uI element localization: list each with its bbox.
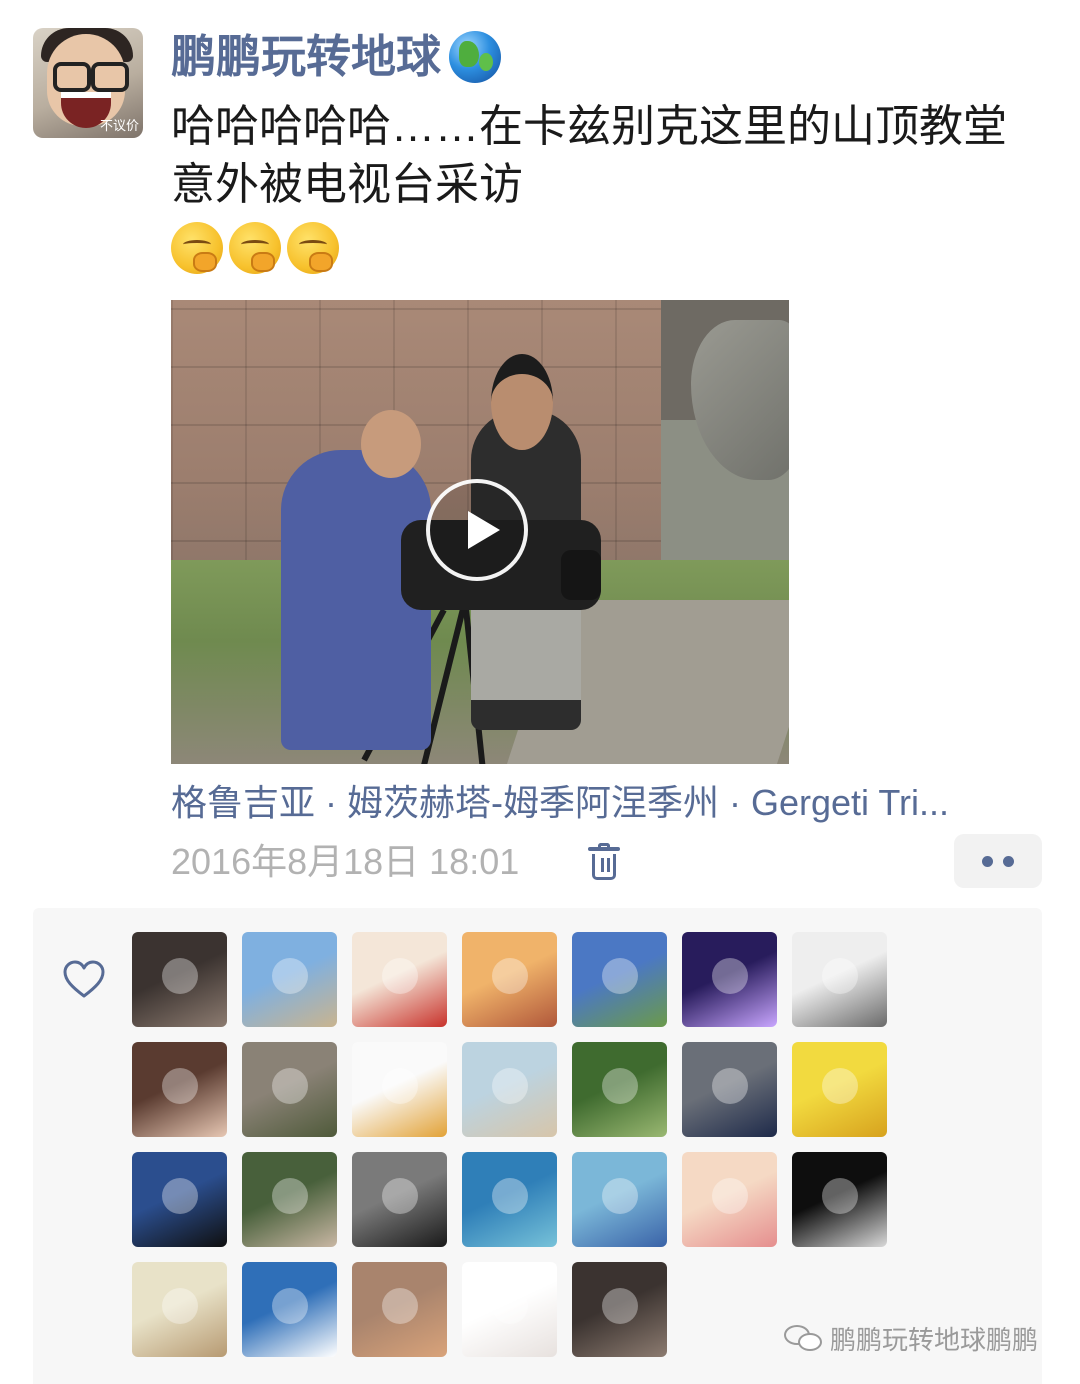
trash-lid bbox=[588, 847, 620, 851]
liker-avatar[interactable] bbox=[132, 1152, 227, 1247]
liker-avatar-figure bbox=[382, 1288, 418, 1324]
liker-avatar[interactable] bbox=[352, 1262, 447, 1357]
post-text-line: 哈哈哈哈哈……在卡兹别克这里的山顶教堂 bbox=[171, 102, 1007, 151]
liker-avatar-figure bbox=[712, 1068, 748, 1104]
watermark-text: 鹏鹏玩转地球鹏鹏 bbox=[830, 1324, 1039, 1355]
post-text-line: 意外被电视台采访 bbox=[171, 160, 523, 209]
more-dot-icon bbox=[1003, 856, 1014, 867]
liker-avatar[interactable] bbox=[462, 932, 557, 1027]
liker-avatar-figure bbox=[712, 1178, 748, 1214]
liker-avatar-figure bbox=[272, 958, 308, 994]
liker-avatar[interactable] bbox=[242, 1262, 337, 1357]
liker-avatar-figure bbox=[822, 958, 858, 994]
wechat-bubble bbox=[798, 1333, 822, 1351]
wechat-icon bbox=[784, 1323, 824, 1353]
person-shorts bbox=[471, 610, 581, 700]
liker-avatar-figure bbox=[822, 1068, 858, 1104]
liker-avatar[interactable] bbox=[792, 932, 887, 1027]
liker-avatar-figure bbox=[162, 1178, 198, 1214]
liker-avatar-figure bbox=[492, 1068, 528, 1104]
trash-icon[interactable] bbox=[588, 843, 620, 881]
thinking-face-icon bbox=[171, 222, 223, 274]
more-dot-icon bbox=[982, 856, 993, 867]
emoji-row bbox=[171, 222, 339, 274]
person-head bbox=[361, 410, 421, 478]
liker-avatar[interactable] bbox=[242, 1042, 337, 1137]
more-options-button[interactable] bbox=[954, 834, 1042, 888]
liker-avatar-figure bbox=[602, 1068, 638, 1104]
liker-avatar[interactable] bbox=[572, 1042, 667, 1137]
thinking-face-icon bbox=[287, 222, 339, 274]
liker-avatar[interactable] bbox=[352, 932, 447, 1027]
liker-avatar-figure bbox=[602, 1178, 638, 1214]
post-text: 哈哈哈哈哈……在卡兹别克这里的山顶教堂 意外被电视台采访 bbox=[171, 98, 1061, 214]
liker-avatar[interactable] bbox=[462, 1042, 557, 1137]
background-rock bbox=[691, 320, 789, 480]
avatar-glasses-right bbox=[91, 62, 129, 92]
liker-avatar[interactable] bbox=[572, 1152, 667, 1247]
liker-avatar-figure bbox=[492, 1178, 528, 1214]
person-head bbox=[491, 354, 553, 450]
liker-avatar-figure bbox=[492, 958, 528, 994]
liker-avatar[interactable] bbox=[132, 932, 227, 1027]
trash-bin bbox=[592, 854, 616, 880]
liker-avatar[interactable] bbox=[572, 932, 667, 1027]
liker-avatar-figure bbox=[822, 1178, 858, 1214]
liker-avatar-figure bbox=[162, 1288, 198, 1324]
watermark: 鹏鹏玩转地球鹏鹏 bbox=[784, 1318, 1038, 1358]
play-icon[interactable] bbox=[426, 479, 528, 581]
liker-avatar-figure bbox=[272, 1068, 308, 1104]
username[interactable]: 鹏鹏玩转地球 bbox=[171, 26, 441, 88]
liker-avatar[interactable] bbox=[242, 1152, 337, 1247]
liker-avatar[interactable] bbox=[792, 1152, 887, 1247]
avatar-caption: 不议价 bbox=[99, 119, 139, 134]
liker-avatar[interactable] bbox=[462, 1152, 557, 1247]
post-timestamp: 2016年8月18日 18:01 bbox=[171, 841, 520, 882]
liker-avatar-figure bbox=[162, 1068, 198, 1104]
liker-avatar[interactable] bbox=[132, 1042, 227, 1137]
liker-avatar[interactable] bbox=[352, 1042, 447, 1137]
liker-avatar-figure bbox=[492, 1288, 528, 1324]
liker-avatar-figure bbox=[602, 1288, 638, 1324]
avatar-glasses-left bbox=[53, 62, 91, 92]
location-link[interactable]: 格鲁吉亚 · 姆茨赫塔-姆季阿涅季州 · Gergeti Tri... bbox=[171, 778, 1041, 828]
liker-avatar[interactable] bbox=[572, 1262, 667, 1357]
liker-avatar-figure bbox=[382, 1068, 418, 1104]
liker-avatar[interactable] bbox=[792, 1042, 887, 1137]
heart-icon bbox=[63, 960, 105, 998]
liker-avatar[interactable] bbox=[682, 932, 777, 1027]
user-avatar[interactable]: 不议价 bbox=[33, 28, 143, 138]
liker-avatar[interactable] bbox=[682, 1042, 777, 1137]
liker-avatar-figure bbox=[712, 958, 748, 994]
username-row[interactable]: 鹏鹏玩转地球 bbox=[171, 26, 502, 88]
liker-avatar[interactable] bbox=[462, 1262, 557, 1357]
camera-lens bbox=[561, 550, 601, 600]
liker-avatar[interactable] bbox=[132, 1262, 227, 1357]
thinking-face-icon bbox=[229, 222, 281, 274]
earth-globe-icon bbox=[449, 31, 502, 83]
liker-avatar[interactable] bbox=[242, 932, 337, 1027]
liker-avatar-figure bbox=[162, 958, 198, 994]
liker-avatar-figure bbox=[272, 1288, 308, 1324]
video-thumbnail[interactable] bbox=[171, 300, 789, 764]
liker-avatar[interactable] bbox=[682, 1152, 777, 1247]
liker-avatar-figure bbox=[382, 1178, 418, 1214]
liker-avatar[interactable] bbox=[352, 1152, 447, 1247]
liker-avatar-figure bbox=[602, 958, 638, 994]
liker-avatar-figure bbox=[382, 958, 418, 994]
liker-avatar-figure bbox=[272, 1178, 308, 1214]
